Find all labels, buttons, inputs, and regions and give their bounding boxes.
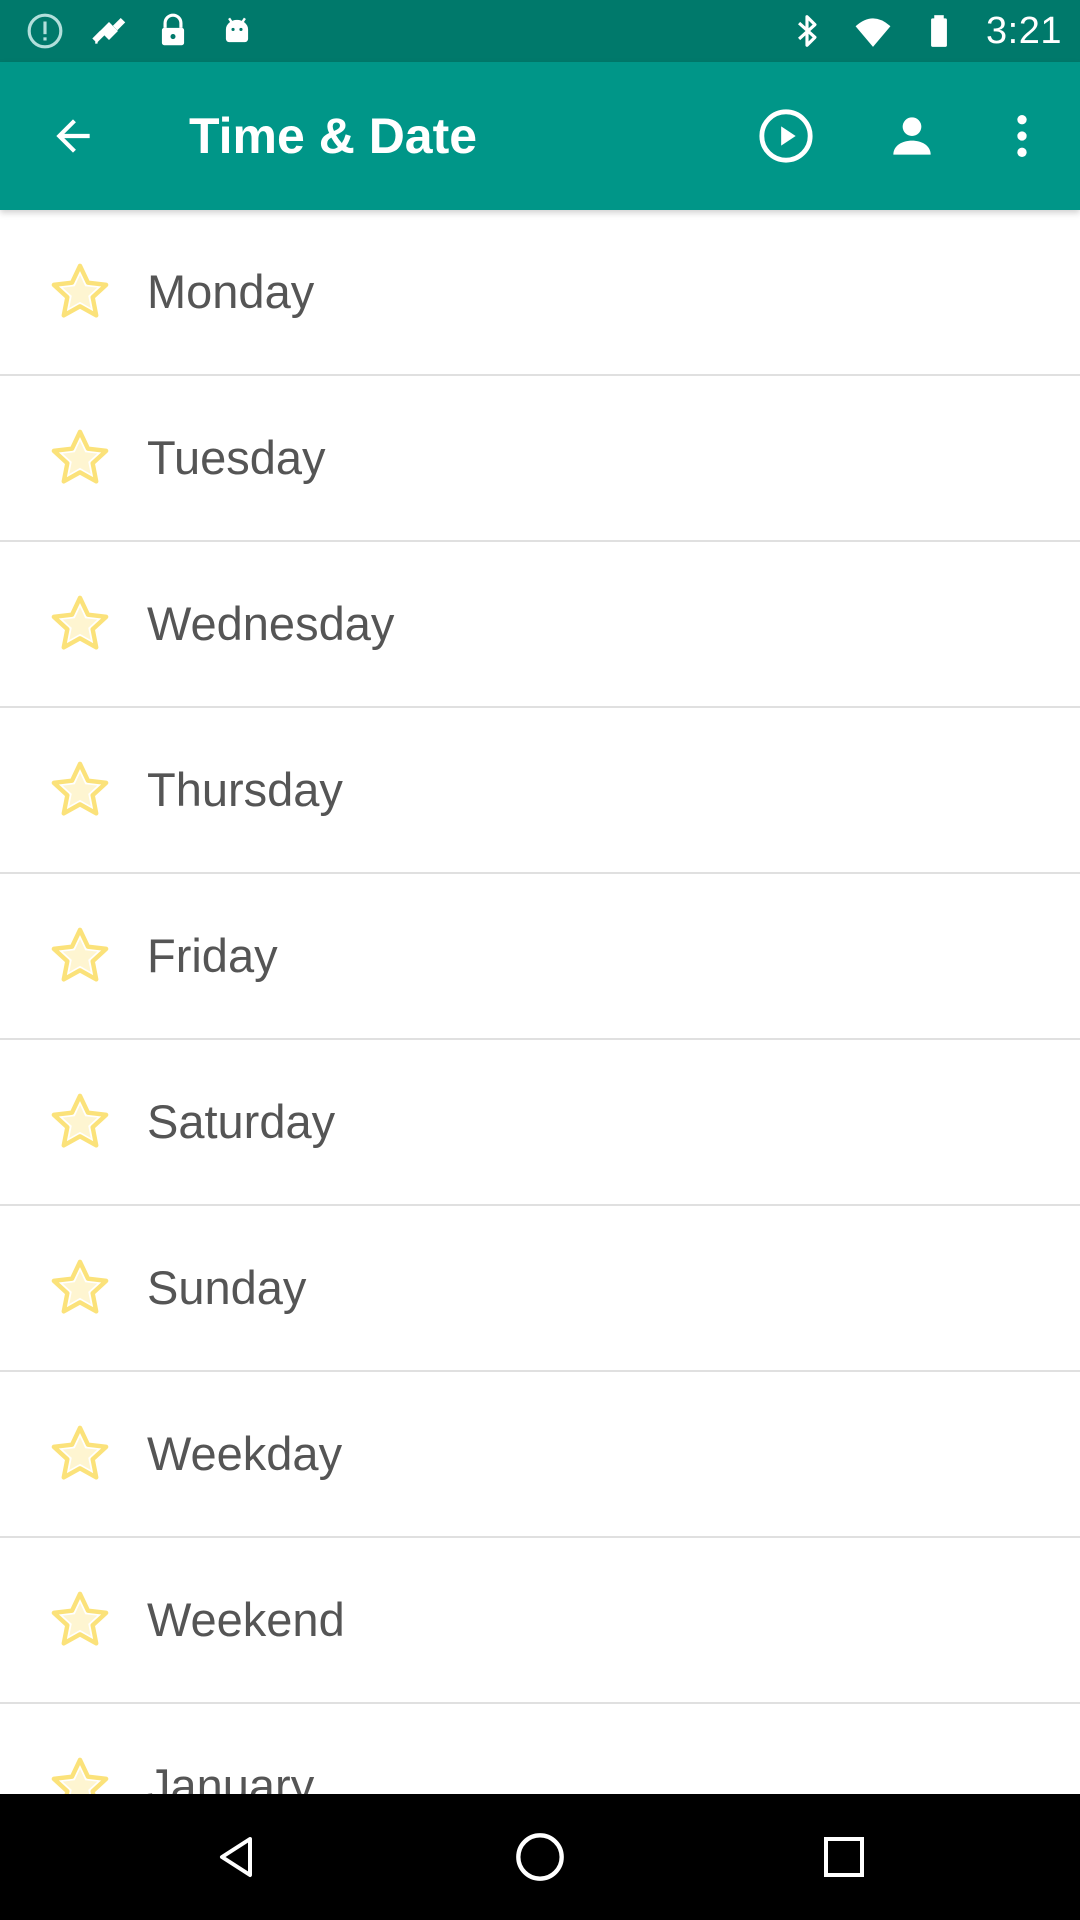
list-item-label: Monday	[147, 265, 315, 318]
category-list: Monday Tuesday Wednesday Thursday Friday Satu…	[0, 210, 1080, 1794]
list-item[interactable]: Monday	[0, 210, 1080, 376]
nav-home-button[interactable]	[500, 1822, 580, 1892]
star-icon[interactable]	[47, 757, 113, 823]
list-item-label: January	[147, 1759, 315, 1794]
list-item-label: Tuesday	[147, 431, 326, 484]
app-bar: Time & Date	[0, 62, 1080, 210]
android-icon	[225, 17, 249, 43]
nav-back-icon	[220, 1837, 252, 1877]
status-bar: 3:21	[0, 0, 1080, 62]
bluetooth-icon	[798, 15, 817, 47]
nav-recents-icon	[824, 1837, 864, 1877]
list-item[interactable]: January	[0, 1704, 1080, 1794]
list-item[interactable]: Weekend	[0, 1538, 1080, 1704]
arrow-back-icon	[56, 119, 90, 153]
wifi-icon	[855, 18, 891, 47]
list-item-label: Sunday	[147, 1261, 307, 1314]
back-button[interactable]	[40, 106, 106, 166]
account-button[interactable]	[878, 102, 946, 170]
navigation-bar	[0, 1794, 1080, 1920]
list-item[interactable]: Sunday	[0, 1206, 1080, 1372]
page-title: Time & Date	[189, 108, 478, 164]
list-item[interactable]: Wednesday	[0, 542, 1080, 708]
list-item[interactable]: Weekday	[0, 1372, 1080, 1538]
star-icon[interactable]	[47, 259, 113, 325]
play-button[interactable]	[752, 102, 820, 170]
alert-circle-icon	[27, 13, 63, 49]
more-vert-icon	[1017, 115, 1027, 157]
star-icon[interactable]	[47, 1421, 113, 1487]
star-icon[interactable]	[47, 425, 113, 491]
status-time: 3:21	[986, 9, 1062, 52]
list-item-label: Thursday	[147, 763, 343, 816]
battery-icon	[931, 15, 947, 47]
list-item[interactable]: Tuesday	[0, 376, 1080, 542]
status-notifications	[26, 10, 256, 52]
nav-recents-button[interactable]	[804, 1822, 884, 1892]
star-icon[interactable]	[47, 1255, 113, 1321]
more-options-button[interactable]	[988, 102, 1056, 170]
list-item-label: Weekend	[147, 1593, 345, 1646]
list-item-label: Saturday	[147, 1095, 336, 1148]
list-item-label: Wednesday	[147, 597, 395, 650]
list-item-label: Weekday	[147, 1427, 343, 1480]
nav-back-button[interactable]	[196, 1822, 276, 1892]
fake-gps-icon	[92, 17, 126, 44]
nav-home-icon	[516, 1833, 564, 1881]
star-icon[interactable]	[47, 1089, 113, 1155]
person-icon	[893, 117, 931, 155]
star-icon[interactable]	[47, 1753, 113, 1794]
play-icon	[759, 109, 813, 163]
status-system: 3:21	[788, 8, 1062, 54]
star-icon[interactable]	[47, 1587, 113, 1653]
list-item[interactable]: Saturday	[0, 1040, 1080, 1206]
lock-icon	[161, 13, 185, 46]
list-item-label: Friday	[147, 929, 278, 982]
list-item[interactable]: Friday	[0, 874, 1080, 1040]
star-icon[interactable]	[47, 591, 113, 657]
star-icon[interactable]	[47, 923, 113, 989]
list-item[interactable]: Thursday	[0, 708, 1080, 874]
